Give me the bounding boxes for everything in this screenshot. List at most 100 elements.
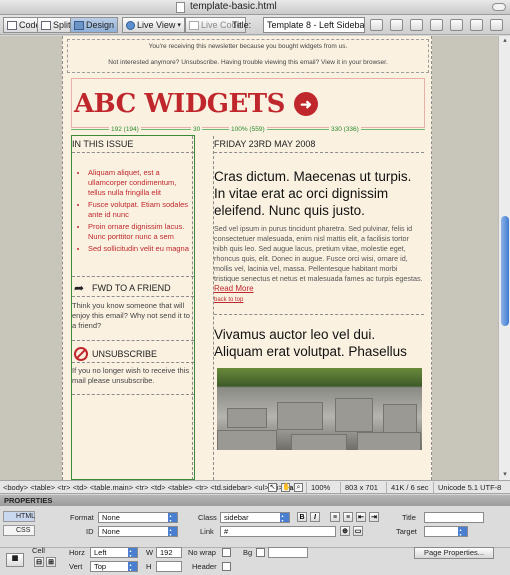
format-label: Format [70, 513, 94, 522]
id-label: ID [86, 527, 94, 536]
notice-line-1: You're receiving this newsletter because… [148, 43, 348, 50]
target-select[interactable] [424, 526, 468, 537]
header-checkbox[interactable] [222, 562, 231, 571]
id-select[interactable]: None [98, 526, 178, 537]
article-body: Sed vel ipsum in purus tincidunt pharetr… [214, 224, 424, 294]
design-label: Design [86, 20, 115, 30]
height-input[interactable] [156, 561, 182, 572]
zoom-tool-icon[interactable]: ⌕ [294, 483, 303, 492]
class-label: Class [198, 513, 217, 522]
nowrap-checkbox[interactable] [222, 548, 231, 557]
back-to-top-link[interactable]: back to top [214, 297, 243, 303]
scrollbar-thumb[interactable] [501, 216, 509, 326]
design-view-canvas[interactable]: You're receiving this newsletter because… [0, 36, 498, 480]
css-mode-button[interactable]: CSS [3, 525, 35, 536]
preview-in-browser-icon[interactable] [390, 19, 403, 31]
bg-color-swatch[interactable] [256, 548, 265, 557]
fwd-text: Think you know someone that will enjoy t… [72, 301, 190, 330]
fwd-heading: FWD TO A FRIEND [92, 283, 171, 293]
sidebar-column[interactable]: IN THIS ISSUE Aliquam aliquet, est a ull… [71, 136, 194, 480]
outdent-icon[interactable]: ⇤ [356, 512, 366, 522]
refresh-icon[interactable] [410, 19, 423, 31]
view-options-icon[interactable] [430, 19, 443, 31]
right-column-width[interactable]: 330 (336) [329, 125, 361, 134]
read-more-link[interactable]: Read More [214, 284, 254, 293]
format-select[interactable]: None [98, 512, 178, 523]
left-column-width[interactable]: 192 (194) [109, 125, 141, 134]
split-label: Split [53, 20, 71, 30]
properties-inspector: PROPERTIES HTML CSS Format None ID None … [0, 495, 510, 575]
width-input[interactable]: 192 [156, 547, 182, 558]
table-cell-icon: ▦ [6, 553, 24, 567]
italic-button[interactable]: I [310, 512, 320, 522]
target-label: Target [396, 527, 417, 536]
file-management-icon[interactable] [370, 19, 383, 31]
page-title-input[interactable]: Template 8 - Left Sidebar [263, 17, 365, 33]
code-icon [7, 20, 17, 30]
ordered-list-icon[interactable]: ≡ [343, 512, 353, 522]
visual-aids-icon[interactable] [450, 19, 463, 31]
unsub-heading: UNSUBSCRIBE [92, 349, 158, 359]
sidebar-divider [72, 276, 194, 277]
title-input[interactable] [424, 512, 484, 523]
article-headline: Vivamus auctor leo vel dui. Aliquam erat… [214, 327, 407, 359]
browse-folder-icon[interactable]: ▭ [353, 526, 363, 536]
browser-compat-icon[interactable] [490, 19, 503, 31]
bg-color-input[interactable] [268, 547, 308, 558]
tag-path[interactable]: <body> <table> <tr> <td> <table.main> <t… [3, 483, 283, 492]
validate-icon[interactable] [470, 19, 483, 31]
unordered-list-icon[interactable]: ≡ [330, 512, 340, 522]
article-photo [217, 368, 422, 450]
list-item[interactable]: Proin ornare dignissim lacus. Nunc portt… [88, 222, 192, 242]
article-text: Sed vel ipsum in purus tincidunt pharetr… [214, 224, 423, 283]
html-mode-button[interactable]: HTML [3, 511, 35, 522]
design-view-button[interactable]: Design [70, 17, 119, 33]
sidebar-divider [72, 152, 194, 153]
merge-cells-icon[interactable]: ⊟ [34, 557, 44, 567]
main-divider [214, 152, 424, 153]
arrow-right-icon: ➜ [294, 92, 318, 116]
hand-tool-icon[interactable]: ✋ [281, 483, 291, 492]
select-tool-icon[interactable]: ↖ [268, 483, 277, 492]
list-item[interactable]: Sed sollicitudin velit eu magna [88, 244, 192, 254]
vert-select[interactable]: Top [90, 561, 138, 572]
download-size: 41K / 6 sec [386, 482, 433, 493]
link-input[interactable]: # [220, 526, 336, 537]
tag-selector[interactable]: <body> <table> <tr> <td> <table.main> <t… [3, 483, 298, 492]
toolbar-toggle-button[interactable] [492, 3, 506, 11]
dreamweaver-window: template-basic.html Code Split Design Li… [0, 0, 510, 575]
page-properties-button[interactable]: Page Properties... [414, 547, 494, 559]
list-item[interactable]: Fusce volutpat. Etiam sodales ante id nu… [88, 200, 192, 220]
window-size[interactable]: 803 x 701 [340, 482, 382, 493]
class-select[interactable]: sidebar [220, 512, 290, 523]
window-title: template-basic.html [190, 1, 277, 12]
globe-icon [126, 20, 135, 30]
live-view-label: Live View [137, 20, 176, 30]
forward-arrow-icon: ➦ [74, 281, 85, 295]
point-to-file-icon[interactable]: ⊕ [340, 526, 350, 536]
indent-icon[interactable]: ⇥ [369, 512, 379, 522]
document-icon [176, 2, 185, 13]
table-width[interactable]: 100% (559) [229, 125, 267, 134]
properties-header[interactable]: PROPERTIES [0, 495, 510, 506]
design-icon [74, 20, 84, 30]
split-view-button[interactable]: Split [37, 17, 75, 33]
nowrap-label: No wrap [188, 548, 216, 557]
main-column[interactable]: FRIDAY 23RD MAY 2008 Cras dictum. Maecen… [214, 136, 425, 480]
bold-button[interactable]: B [297, 512, 307, 522]
notice-line-2[interactable]: Not interested anymore? Unsubscribe. Hav… [68, 59, 428, 66]
list-item[interactable]: Aliquam aliquet, est a ullamcorper condi… [88, 168, 192, 198]
horz-select[interactable]: Left [90, 547, 138, 558]
chevron-down-icon: ▾ [177, 22, 181, 29]
split-cells-icon[interactable]: ⊞ [46, 557, 56, 567]
gutter-width[interactable]: 30 [191, 125, 203, 134]
sidebar-divider [72, 340, 194, 341]
scroll-down-icon[interactable]: ▾ [501, 471, 509, 479]
zoom-level[interactable]: 100% [306, 482, 334, 493]
sidebar-heading: IN THIS ISSUE [72, 139, 134, 149]
table-width-guide: 192 (194) 30 100% (559) 330 (336) [71, 125, 425, 135]
live-view-button[interactable]: Live View ▾ [122, 17, 185, 33]
vertical-scrollbar[interactable]: ▴ ▾ [498, 36, 510, 480]
scroll-up-icon[interactable]: ▴ [501, 37, 509, 45]
photo-block [383, 404, 417, 434]
